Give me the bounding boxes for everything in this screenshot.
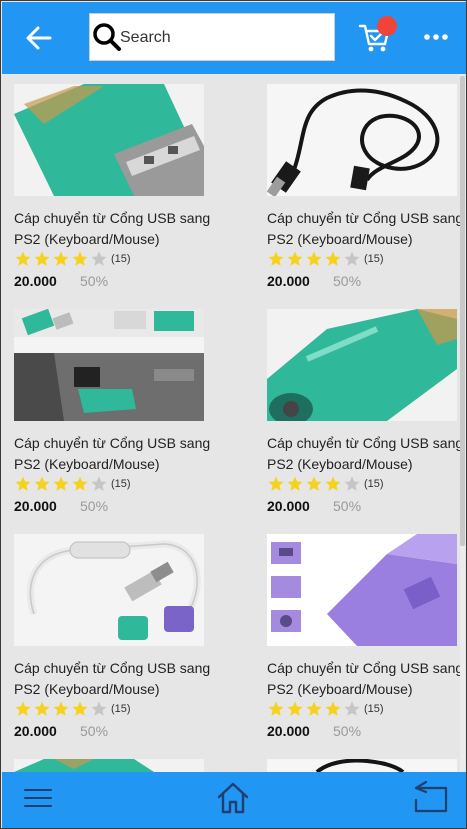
search-icon xyxy=(93,23,121,51)
product-card[interactable]: Cáp chuyển từ Cổng USB sang PS2 (Keyboar… xyxy=(14,299,234,519)
product-image xyxy=(14,759,204,772)
product-price: 20.000 xyxy=(267,498,310,514)
product-image xyxy=(267,534,457,646)
more-horizontal-icon xyxy=(424,34,448,40)
cart-badge xyxy=(377,16,397,36)
product-price: 20.000 xyxy=(14,498,57,514)
star-filled-icon xyxy=(287,476,303,491)
back-nav-icon xyxy=(414,780,448,813)
star-filled-icon xyxy=(325,251,341,266)
product-price: 20.000 xyxy=(14,273,57,289)
product-rating: (15) xyxy=(267,250,384,268)
review-count: (15) xyxy=(111,253,131,265)
product-card-partial[interactable] xyxy=(14,749,234,772)
product-card[interactable]: Cáp chuyển từ Cổng USB sang PS2 (Keyboar… xyxy=(267,524,466,744)
home-icon xyxy=(217,782,249,814)
product-title: Cáp chuyển từ Cổng USB sang PS2 (Keyboar… xyxy=(14,660,211,697)
product-discount: 50% xyxy=(333,498,362,514)
product-image xyxy=(14,534,204,646)
star-filled-icon xyxy=(287,701,303,716)
product-title: Cáp chuyển từ Cổng USB sang PS2 (Keyboar… xyxy=(267,435,464,472)
star-empty-icon xyxy=(91,251,107,266)
scrollbar-thumb[interactable] xyxy=(460,76,465,546)
product-title: Cáp chuyển từ Cổng USB sang PS2 (Keyboar… xyxy=(267,660,464,697)
product-rating: (15) xyxy=(14,700,131,718)
product-rating: (15) xyxy=(14,475,131,493)
star-filled-icon xyxy=(15,251,31,266)
star-empty-icon xyxy=(344,251,360,266)
star-empty-icon xyxy=(344,476,360,491)
star-empty-icon xyxy=(91,476,107,491)
top-bar xyxy=(2,2,466,74)
product-price: 20.000 xyxy=(14,723,57,739)
review-count: (15) xyxy=(364,478,384,490)
star-filled-icon xyxy=(268,701,284,716)
star-filled-icon xyxy=(287,251,303,266)
product-discount: 50% xyxy=(333,723,362,739)
star-filled-icon xyxy=(53,251,69,266)
review-count: (15) xyxy=(111,703,131,715)
product-discount: 50% xyxy=(333,273,362,289)
star-filled-icon xyxy=(15,701,31,716)
home-button[interactable] xyxy=(215,780,251,816)
product-price: 20.000 xyxy=(267,273,310,289)
product-rating: (15) xyxy=(267,475,384,493)
star-filled-icon xyxy=(34,701,50,716)
product-card[interactable]: Cáp chuyển từ Cổng USB sang PS2 (Keyboar… xyxy=(267,74,466,294)
star-filled-icon xyxy=(306,701,322,716)
star-filled-icon xyxy=(306,251,322,266)
star-filled-icon xyxy=(53,701,69,716)
product-rating: (15) xyxy=(267,700,384,718)
product-title: Cáp chuyển từ Cổng USB sang PS2 (Keyboar… xyxy=(267,210,464,247)
product-grid[interactable]: Cáp chuyển từ Cổng USB sang PS2 (Keyboar… xyxy=(2,74,466,772)
star-filled-icon xyxy=(72,701,88,716)
product-card[interactable]: Cáp chuyển từ Cổng USB sang PS2 (Keyboar… xyxy=(14,74,234,294)
bottom-bar xyxy=(2,772,466,828)
review-count: (15) xyxy=(364,703,384,715)
product-image xyxy=(14,309,204,421)
review-count: (15) xyxy=(111,478,131,490)
star-filled-icon xyxy=(325,701,341,716)
back-nav-button[interactable] xyxy=(412,778,450,814)
review-count: (15) xyxy=(364,253,384,265)
product-discount: 50% xyxy=(80,498,109,514)
star-filled-icon xyxy=(306,476,322,491)
star-filled-icon xyxy=(72,476,88,491)
scrollbar[interactable] xyxy=(460,74,465,772)
star-filled-icon xyxy=(72,251,88,266)
search-box[interactable] xyxy=(89,13,335,61)
product-discount: 50% xyxy=(80,723,109,739)
menu-button[interactable] xyxy=(22,784,54,812)
star-filled-icon xyxy=(34,251,50,266)
product-title: Cáp chuyển từ Cổng USB sang PS2 (Keyboar… xyxy=(14,435,211,472)
product-card-partial[interactable] xyxy=(267,749,466,772)
hamburger-menu-icon xyxy=(24,789,52,807)
star-empty-icon xyxy=(91,701,107,716)
back-button[interactable] xyxy=(24,24,54,52)
star-filled-icon xyxy=(325,476,341,491)
product-rating: (15) xyxy=(14,250,131,268)
product-image xyxy=(267,309,457,421)
product-card[interactable]: Cáp chuyển từ Cổng USB sang PS2 (Keyboar… xyxy=(267,299,466,519)
product-image xyxy=(267,759,457,772)
star-filled-icon xyxy=(268,251,284,266)
star-filled-icon xyxy=(15,476,31,491)
product-image xyxy=(14,84,204,196)
product-price: 20.000 xyxy=(267,723,310,739)
product-title: Cáp chuyển từ Cổng USB sang PS2 (Keyboar… xyxy=(14,210,211,247)
star-empty-icon xyxy=(344,701,360,716)
more-button[interactable] xyxy=(422,28,450,46)
star-filled-icon xyxy=(53,476,69,491)
product-card[interactable]: Cáp chuyển từ Cổng USB sang PS2 (Keyboar… xyxy=(14,524,234,744)
app-frame: Cáp chuyển từ Cổng USB sang PS2 (Keyboar… xyxy=(0,0,467,829)
star-filled-icon xyxy=(268,476,284,491)
arrow-left-icon xyxy=(26,26,52,50)
product-discount: 50% xyxy=(80,273,109,289)
product-image xyxy=(267,84,457,196)
search-input[interactable] xyxy=(120,26,330,50)
star-filled-icon xyxy=(34,476,50,491)
